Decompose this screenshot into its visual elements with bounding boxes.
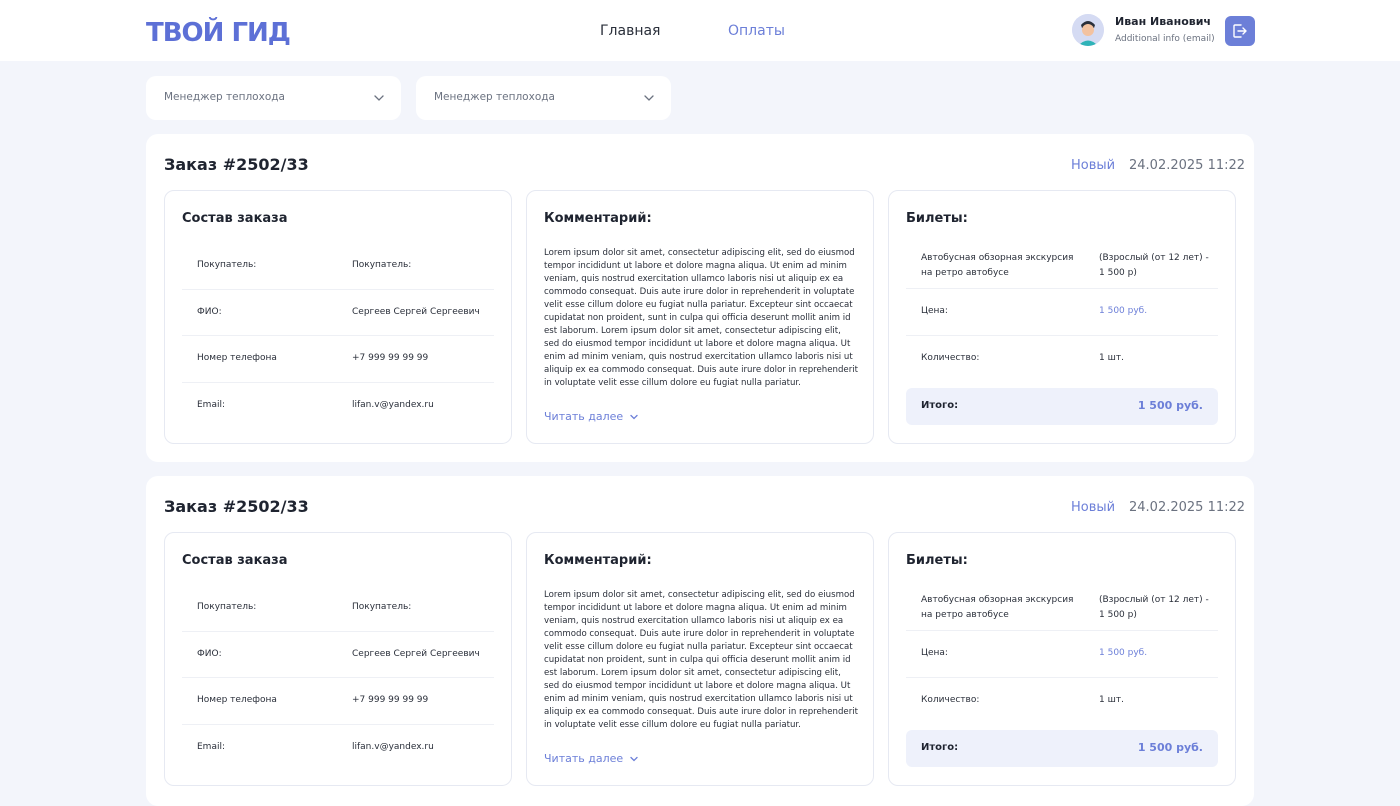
chevron-down-icon [374,95,384,101]
row-value: +7 999 99 99 99 [352,353,429,363]
svg-text:ТВОЙ ГИД: ТВОЙ ГИД [146,17,290,45]
ticket-price-row: Цена: 1 500 руб. [906,289,1218,336]
row-label: ФИО: [197,306,222,317]
card-title: Состав заказа [182,553,288,568]
row-label: Номер телефона [197,353,277,363]
tickets-card: Билеты: Автобусная обзорная экскурсия на… [888,190,1236,444]
ticket-price: 1 500 руб. [1099,306,1148,316]
user-avatar [1072,14,1104,46]
info-row: Номер телефона +7 999 99 99 99 [182,678,494,725]
total-label: Итого: [921,742,959,753]
row-label: Цена: [921,648,948,658]
ticket-qty-row: Количество: 1 шт. [906,336,1218,383]
card-title: Билеты: [906,211,968,226]
order-date: 24.02.2025 11:22 [1129,500,1246,515]
ticket-quantity: 1 шт. [1099,352,1124,363]
info-row: Покупатель: Покупатель: [182,585,494,632]
row-value: Покупатель: [352,602,412,612]
info-row: ФИО: Сергеев Сергей Сергеевич [182,290,494,336]
logout-icon [1233,24,1247,38]
order-composition-card: Состав заказа Покупатель: Покупатель: ФИ… [164,532,512,786]
ticket-name: Автобусная обзорная экскурсия на ретро а… [921,595,1074,620]
select-value: Менеджер теплохода [164,91,285,103]
row-value: Сергеев Сергей Сергеевич [352,648,480,659]
order-composition-card: Состав заказа Покупатель: Покупатель: ФИ… [164,190,512,444]
row-label: Количество: [921,352,980,363]
order-card: Заказ #2502/33 Новый 24.02.2025 11:22 Со… [146,134,1254,462]
ticket-name: Автобусная обзорная экскурсия на ретро а… [921,253,1074,278]
row-label: Покупатель: [197,260,257,270]
order-card: Заказ #2502/33 Новый 24.02.2025 11:22 Со… [146,476,1254,806]
card-title: Состав заказа [182,211,288,226]
row-label: Номер телефона [197,695,277,705]
manager-filter-select-2[interactable]: Менеджер теплохода [416,76,671,120]
chevron-down-icon [630,414,638,419]
select-value: Менеджер теплохода [434,91,555,103]
nav-payments-link[interactable]: Оплаты [728,22,785,40]
ticket-qty-row: Количество: 1 шт. [906,678,1218,725]
brand-logo[interactable]: ТВОЙ ГИД [146,17,314,45]
row-value: lifan.v@yandex.ru [352,741,434,752]
total-row: Итого: 1 500 руб. [906,388,1218,425]
ticket-row: Автобусная обзорная экскурсия на ретро а… [906,243,1218,289]
ticket-price: 1 500 руб. [1099,648,1148,658]
chevron-down-icon [630,756,638,761]
row-value: +7 999 99 99 99 [352,695,429,705]
card-title: Комментарий: [544,553,652,568]
row-label: Количество: [921,694,980,705]
order-title: Заказ #2502/33 [164,155,309,174]
info-row: Email: lifan.v@yandex.ru [182,383,494,430]
total-row: Итого: 1 500 руб. [906,730,1218,767]
chevron-down-icon [644,95,654,101]
row-label: Покупатель: [197,602,257,612]
comment-card: Комментарий: Lorem ipsum dolor sit amet,… [526,190,874,444]
ticket-type: (Взрослый (от 12 лет) - 1 500 р) [1099,595,1209,620]
tickets-card: Билеты: Автобусная обзорная экскурсия на… [888,532,1236,786]
order-date: 24.02.2025 11:22 [1129,158,1246,173]
read-more-link[interactable]: Читать далее [544,410,639,423]
total-value: 1 500 руб. [1137,399,1203,412]
row-label: Email: [197,399,226,410]
top-header: ТВОЙ ГИД Главная Оплаты Иван Иванович Ad… [0,0,1400,61]
info-row: ФИО: Сергеев Сергей Сергеевич [182,632,494,678]
user-name: Иван Иванович [1115,15,1211,28]
row-value: lifan.v@yandex.ru [352,399,434,410]
info-row: Email: lifan.v@yandex.ru [182,725,494,772]
row-label: Цена: [921,306,948,316]
manager-filter-select[interactable]: Менеджер теплохода [146,76,401,120]
order-status-badge: Новый [1071,158,1116,173]
total-label: Итого: [921,400,959,411]
ticket-price-row: Цена: 1 500 руб. [906,631,1218,678]
nav-main-link[interactable]: Главная [600,22,660,40]
row-value: Покупатель: [352,260,412,270]
read-more-link[interactable]: Читать далее [544,752,639,765]
info-row: Покупатель: Покупатель: [182,243,494,290]
info-row: Номер телефона +7 999 99 99 99 [182,336,494,383]
ticket-row: Автобусная обзорная экскурсия на ретро а… [906,585,1218,631]
card-title: Билеты: [906,553,968,568]
logout-button[interactable] [1225,16,1255,46]
ticket-type: (Взрослый (от 12 лет) - 1 500 р) [1099,253,1209,278]
avatar-illustration-icon [1072,14,1104,46]
comment-text: Lorem ipsum dolor sit amet, consectetur … [544,248,858,388]
row-label: Email: [197,741,226,752]
order-status-badge: Новый [1071,500,1116,515]
row-label: ФИО: [197,648,222,659]
total-value: 1 500 руб. [1137,741,1203,754]
ticket-quantity: 1 шт. [1099,694,1124,705]
order-title: Заказ #2502/33 [164,497,309,516]
row-value: Сергеев Сергей Сергеевич [352,306,480,317]
read-more-label: Читать далее [544,752,624,765]
user-info: Additional info (email) [1115,34,1215,44]
read-more-label: Читать далее [544,410,624,423]
card-title: Комментарий: [544,211,652,226]
comment-text: Lorem ipsum dolor sit amet, consectetur … [544,590,858,730]
comment-card: Комментарий: Lorem ipsum dolor sit amet,… [526,532,874,786]
